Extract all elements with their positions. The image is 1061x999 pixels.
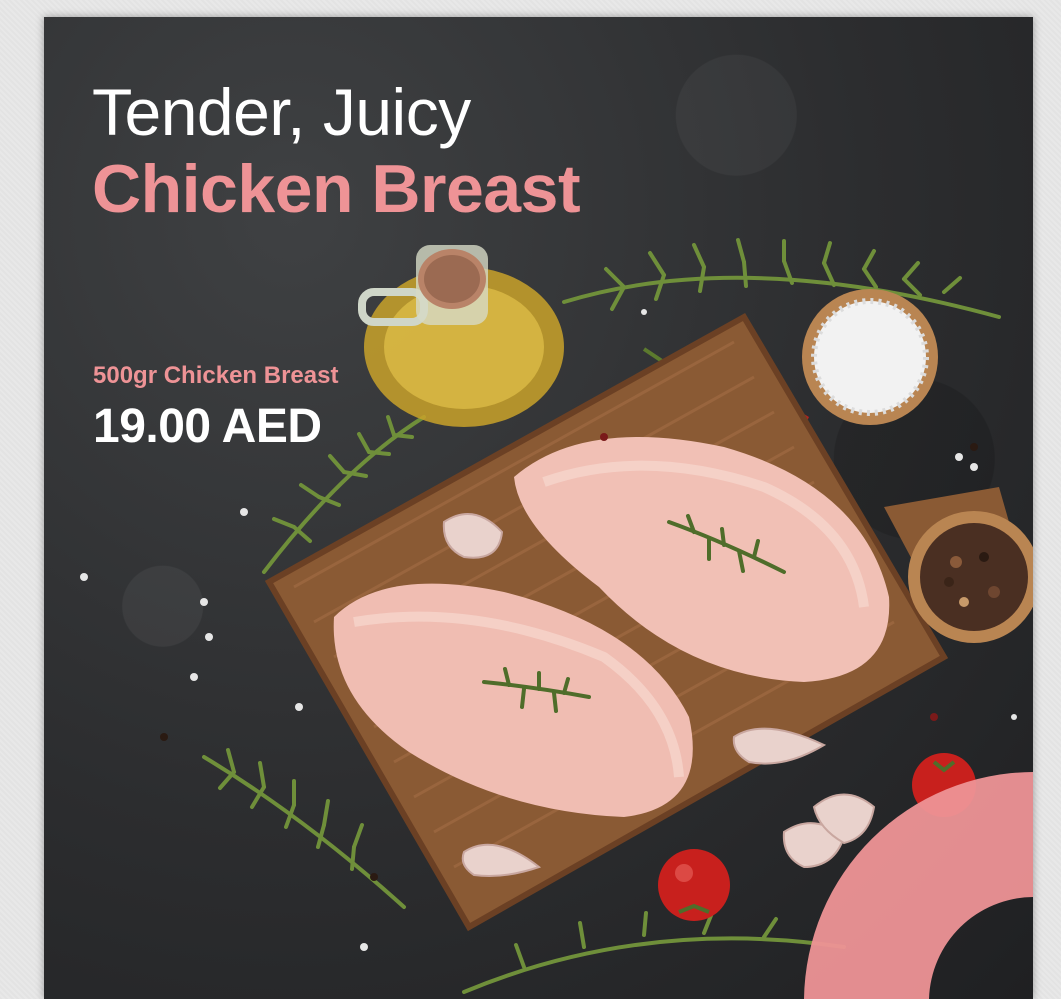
headline-line-1: Tender, Juicy: [92, 75, 471, 149]
price-label: 19.00 AED: [93, 400, 322, 453]
olive-oil-bottle: [358, 245, 564, 427]
headline-line-2: Chicken Breast: [92, 151, 581, 227]
rosemary-sprig-top: [562, 238, 1001, 319]
promo-poster: Tender, Juicy Chicken Breast 500gr Chick…: [44, 17, 1033, 999]
poster-frame: Tender, Juicy Chicken Breast 500gr Chick…: [0, 0, 1061, 999]
salt-bowl: [802, 289, 938, 425]
product-name: 500gr Chicken Breast: [93, 362, 339, 389]
headline: Tender, Juicy Chicken Breast: [92, 75, 581, 227]
